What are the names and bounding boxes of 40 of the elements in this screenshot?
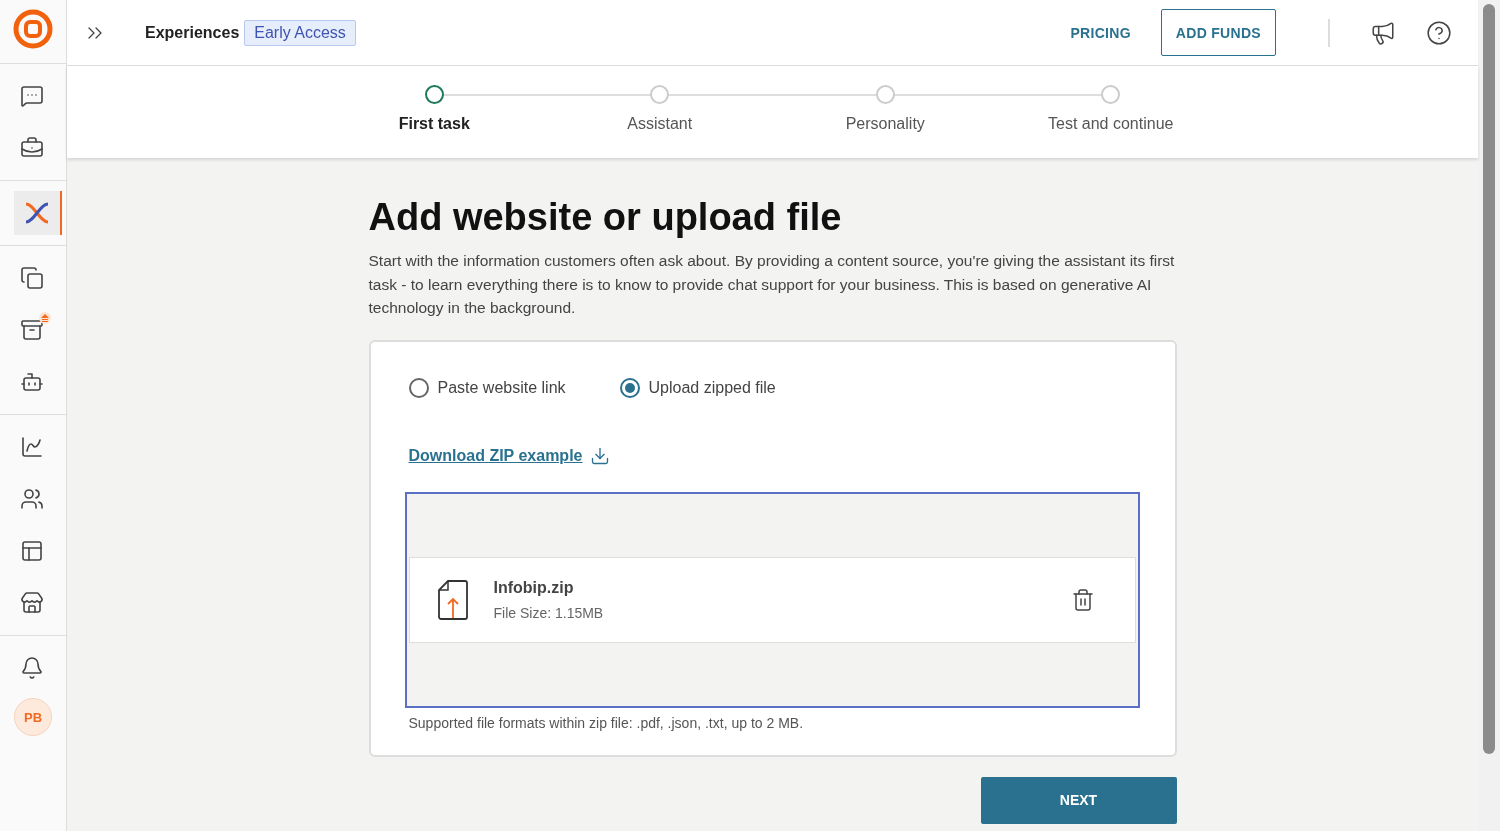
cross-logo-icon	[23, 201, 50, 225]
people-icon	[20, 487, 44, 511]
chat-icon	[20, 84, 44, 108]
step-label: Assistant	[627, 115, 693, 133]
documents-icon	[20, 266, 44, 290]
source-radio[interactable]: Paste website link	[408, 377, 566, 398]
step-label: Personality	[845, 115, 925, 133]
source-radio[interactable]: Upload zipped file	[619, 377, 776, 398]
robot-icon	[20, 370, 44, 394]
megaphone-icon[interactable]	[1370, 19, 1396, 46]
file-dropzone[interactable]: Infobip.zip File Size: 1.15MB	[404, 491, 1140, 708]
logo-icon	[13, 9, 53, 49]
download-link[interactable]: Download ZIP example	[408, 446, 583, 465]
format-hint: Supported file formats within zip file: .pdf, .json, .txt, up to 2 MB.	[408, 714, 804, 731]
step-label: Test and continue	[1048, 115, 1174, 133]
scrollbar-thumb[interactable]	[1483, 4, 1495, 754]
next-button[interactable]: NEXT	[980, 776, 1177, 824]
radio-circle[interactable]	[408, 377, 429, 398]
trash-icon[interactable]	[1070, 587, 1095, 612]
file-upload-icon	[437, 579, 468, 620]
file-size: File Size: 1.15MB	[493, 604, 605, 621]
file-name: Infobip.zip	[493, 578, 575, 597]
pricing-link[interactable]: PRICING	[1056, 16, 1145, 49]
bell-icon	[20, 656, 44, 680]
add-funds-button[interactable]: ADD FUNDS	[1160, 9, 1276, 56]
radio-label: Upload zipped file	[648, 378, 776, 397]
layout-icon	[20, 539, 44, 563]
page-heading: Add website or upload file	[368, 196, 843, 239]
chart-icon	[20, 435, 44, 459]
download-icon[interactable]	[590, 445, 611, 466]
step-label: First task	[398, 115, 470, 133]
store-icon	[20, 591, 44, 615]
radio-label: Paste website link	[437, 378, 566, 397]
help-icon[interactable]	[1426, 19, 1452, 46]
radio-circle[interactable]	[619, 377, 640, 398]
status-tag: Early Access	[244, 19, 356, 46]
description-text: Start with the information customers often ask about. By providing a content source, you're giving the assistant its first task - to learn everything there is to know to provide chat support for your business. This is based on generative AI technology in the background.	[368, 251, 1176, 318]
page-title: Experiences	[145, 23, 240, 42]
archive-icon	[20, 318, 44, 342]
cross-logo-nav-button[interactable]	[13, 191, 62, 235]
